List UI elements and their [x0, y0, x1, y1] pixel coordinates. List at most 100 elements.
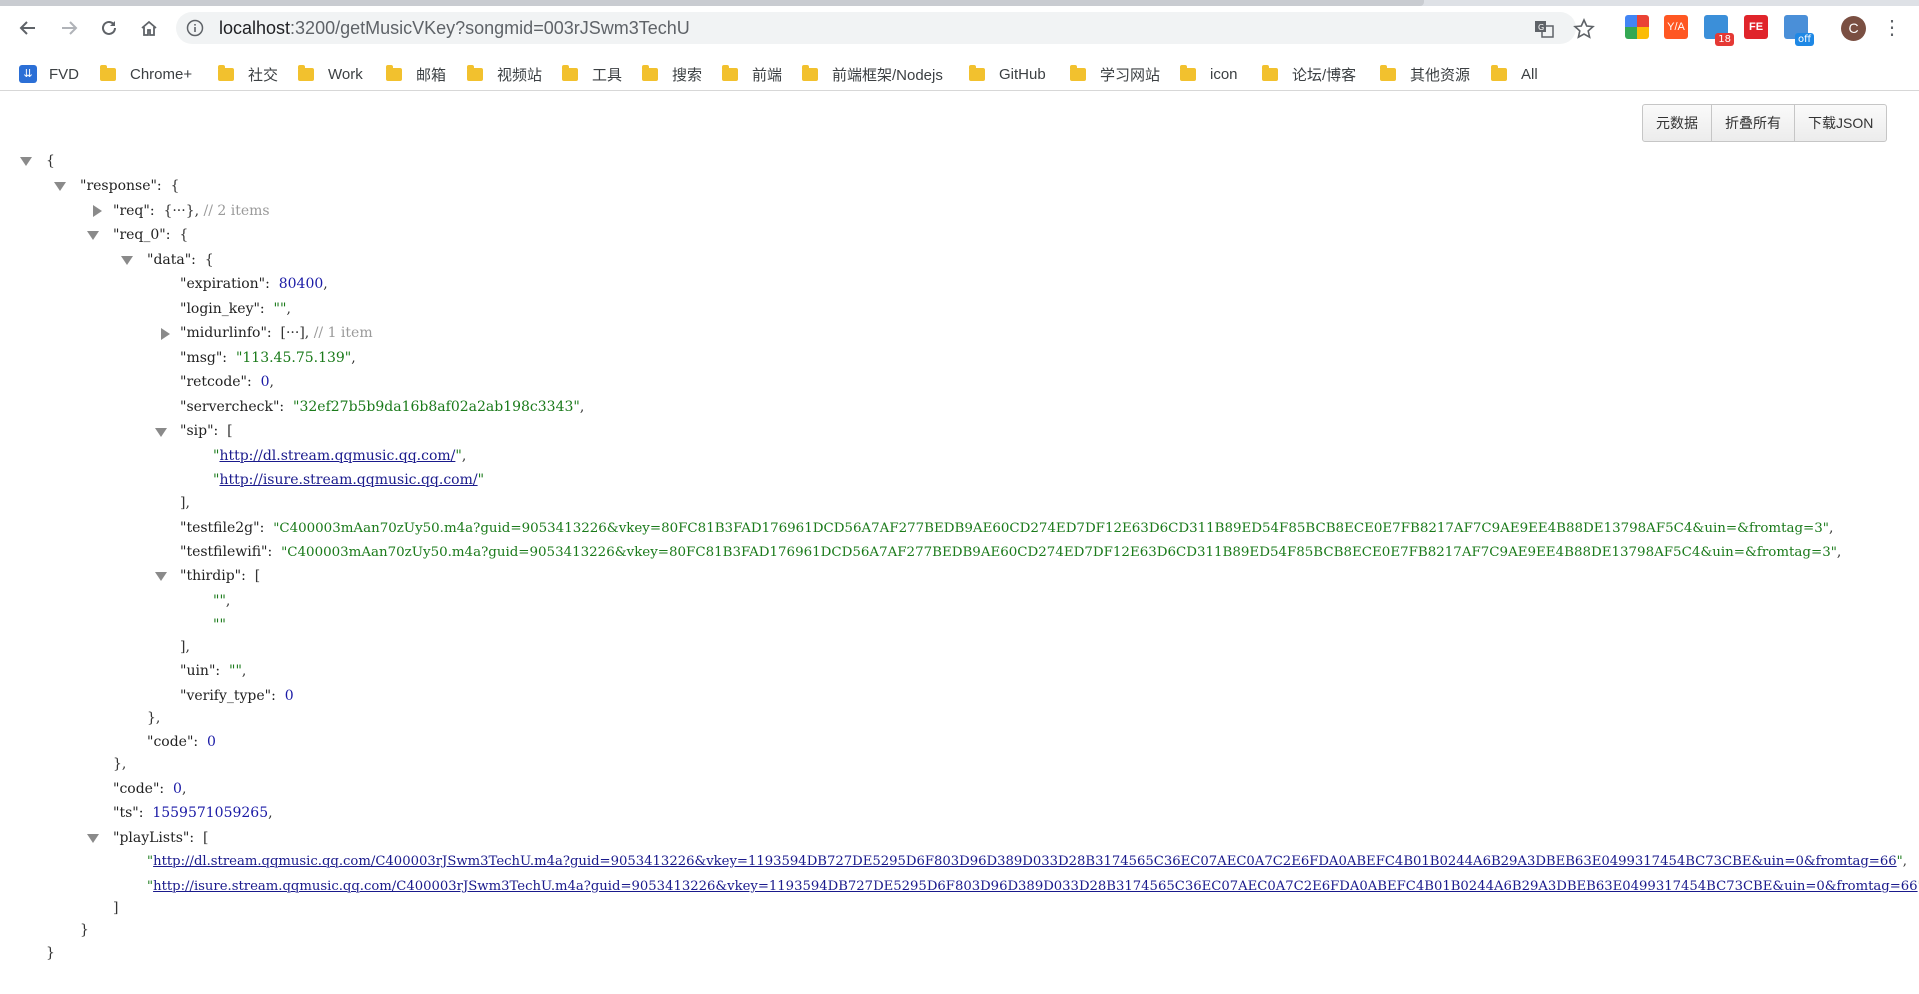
folder-icon: [386, 64, 402, 81]
bookmark-folder-video[interactable]: 视频站: [467, 64, 542, 84]
profile-avatar[interactable]: C: [1841, 16, 1866, 41]
bookmark-label: 搜索: [672, 66, 703, 84]
json-line-playlists-1: "http://isure.stream.qqmusic.qq.com/C400…: [147, 879, 1919, 894]
extension-colorful-icon[interactable]: [1625, 15, 1649, 39]
playlist-link-dl[interactable]: http://dl.stream.qqmusic.qq.com/C400003r…: [153, 854, 1897, 869]
folder-icon: [100, 64, 116, 81]
bookmark-label: 前端: [752, 66, 783, 84]
extension-fe-icon[interactable]: FE: [1744, 15, 1768, 39]
json-line-data: "data": {: [147, 252, 214, 268]
collapse-root-toggle[interactable]: [20, 157, 32, 166]
collapse-req0-toggle[interactable]: [87, 231, 99, 240]
bookmark-folder-all[interactable]: All: [1491, 64, 1538, 84]
json-line-msg: "msg": "113.45.75.139",: [180, 350, 356, 366]
address-bar[interactable]: localhost:3200/getMusicVKey?songmid=003r…: [176, 12, 1595, 44]
json-line-thirdip: "thirdip": [: [180, 568, 261, 584]
bookmark-folder-search[interactable]: 搜索: [642, 64, 702, 84]
bookmark-folder-frameworks[interactable]: 前端框架/Nodejs: [802, 64, 943, 84]
json-value-msg: "113.45.75.139": [235, 350, 352, 366]
download-json-button[interactable]: 下载JSON: [1794, 105, 1886, 141]
json-value-req0-code: 0: [207, 734, 216, 750]
collapse-all-button[interactable]: 折叠所有: [1711, 105, 1794, 141]
json-line-thirdip-0: "",: [213, 593, 231, 609]
json-line-sip-0: "http://dl.stream.qqmusic.qq.com/",: [213, 448, 467, 464]
url-path: :3200/getMusicVKey?songmid=003rJSwm3Tech…: [290, 18, 690, 38]
more-menu-icon[interactable]: ⋮: [1882, 16, 1902, 41]
bookmark-label: icon: [1210, 65, 1238, 83]
json-line-verify-type: "verify_type": 0: [180, 688, 294, 704]
folder-icon: [969, 64, 985, 81]
folder-icon: [1070, 64, 1086, 81]
json-midurlinfo-summary: // 1 item: [313, 325, 373, 341]
json-line-playlists-0: "http://dl.stream.qqmusic.qq.com/C400003…: [147, 854, 1907, 869]
expand-req-toggle[interactable]: [93, 205, 102, 217]
collapse-playlists-toggle[interactable]: [87, 834, 99, 843]
sip-link-dl[interactable]: http://dl.stream.qqmusic.qq.com/: [219, 448, 455, 464]
json-value-uin: "": [229, 663, 242, 679]
folder-icon: [218, 64, 234, 81]
active-tab[interactable]: [0, 0, 1424, 6]
url-text[interactable]: localhost:3200/getMusicVKey?songmid=003r…: [219, 18, 690, 39]
folder-icon: [562, 64, 578, 81]
bookmark-label: GitHub: [999, 65, 1046, 83]
bookmark-folder-tools[interactable]: 工具: [562, 64, 622, 84]
expand-midurlinfo-toggle[interactable]: [161, 328, 170, 340]
json-line-sip-close: ],: [180, 495, 190, 511]
sip-link-isure[interactable]: http://isure.stream.qqmusic.qq.com/: [219, 472, 477, 488]
bookmark-label: 邮箱: [416, 66, 447, 84]
bookmark-folder-social[interactable]: 社交: [218, 64, 278, 84]
site-info-icon[interactable]: [186, 19, 204, 37]
json-viewer-actions: 元数据 折叠所有 下载JSON: [1642, 104, 1888, 142]
extension-switch-icon[interactable]: off: [1784, 15, 1814, 46]
bookmark-folder-icon[interactable]: icon: [1180, 64, 1238, 84]
bookmark-label: FVD: [49, 65, 79, 83]
json-line-thirdip-1: "": [213, 615, 226, 635]
collapse-response-toggle[interactable]: [54, 182, 66, 191]
bookmark-folder-learning[interactable]: 学习网站: [1070, 64, 1160, 84]
extension-badge-count: 18: [1715, 33, 1734, 46]
back-icon[interactable]: [12, 12, 44, 44]
json-line-expiration: "expiration": 80400,: [180, 276, 328, 292]
json-value-verify-type: 0: [284, 688, 294, 704]
bookmark-label: Chrome+: [130, 65, 193, 83]
folder-icon: [642, 64, 658, 81]
home-icon[interactable]: [133, 12, 165, 44]
json-value-retcode: 0: [260, 374, 270, 390]
extension-ya-icon[interactable]: Y/A: [1664, 15, 1688, 39]
bookmark-star-icon[interactable]: [1573, 18, 1595, 40]
collapse-data-toggle[interactable]: [121, 256, 133, 265]
bookmark-label: 社交: [248, 66, 279, 84]
tab-strip: [0, 0, 1919, 6]
extension-badge-off: off: [1794, 33, 1814, 46]
extension-blocks-icon[interactable]: 18: [1704, 15, 1734, 46]
json-value-thirdip-1: "": [213, 617, 226, 633]
bookmark-folder-frontend[interactable]: 前端: [722, 64, 782, 84]
reload-icon[interactable]: [93, 12, 125, 44]
json-line-sip-1: "http://isure.stream.qqmusic.qq.com/": [213, 472, 485, 488]
json-line-data-close: },: [147, 710, 161, 726]
json-root-close: }: [46, 945, 55, 961]
folder-icon: [467, 64, 483, 81]
json-value-servercheck: "32ef27b5b9da16b8af02a2ab198c3343": [293, 399, 580, 415]
translate-icon[interactable]: G: [1533, 18, 1555, 40]
bookmark-folder-chrome-plus[interactable]: Chrome+: [100, 64, 192, 84]
bookmark-folder-other[interactable]: 其他资源: [1380, 64, 1470, 84]
bookmark-folder-forums[interactable]: 论坛/博客: [1262, 64, 1356, 84]
json-value-ts: 1559571059265: [152, 805, 269, 821]
json-value-testfilewifi: "C400003mAan70zUy50.m4a?guid=9053413226&…: [281, 545, 1837, 560]
folder-icon: [802, 64, 818, 81]
json-line-playlists-close: ]: [113, 900, 119, 916]
bookmark-fvd[interactable]: ⇊ FVD: [19, 64, 79, 84]
bookmark-folder-work[interactable]: Work: [298, 64, 363, 84]
collapse-sip-toggle[interactable]: [155, 428, 167, 437]
json-line-response-close: }: [80, 922, 89, 938]
playlist-link-isure[interactable]: http://isure.stream.qqmusic.qq.com/C4000…: [153, 879, 1917, 894]
forward-icon[interactable]: [53, 12, 85, 44]
bookmark-folder-mail[interactable]: 邮箱: [386, 64, 446, 84]
bookmark-label: 视频站: [497, 66, 543, 84]
collapse-thirdip-toggle[interactable]: [155, 572, 167, 581]
metadata-button[interactable]: 元数据: [1643, 105, 1711, 141]
json-line-midurlinfo: "midurlinfo": [···], // 1 item: [180, 325, 373, 341]
bookmark-folder-github[interactable]: GitHub: [969, 64, 1046, 84]
json-value-expiration: 80400: [278, 276, 324, 292]
